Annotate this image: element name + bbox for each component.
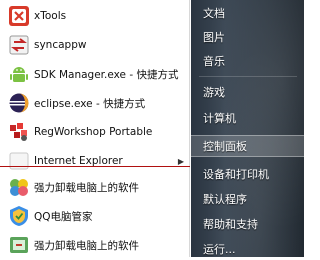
qq-guard-icon — [10, 206, 28, 226]
program-label: QQ电脑管家 — [34, 210, 93, 223]
programs-pane: xTools syncappw SDK Manager.exe - 快捷方式 e… — [0, 0, 190, 257]
program-item-uninstaller-2[interactable]: 强力卸载电脑上的软件 — [0, 232, 190, 258]
program-item-qq-guard[interactable]: QQ电脑管家 — [0, 203, 190, 229]
program-item-eclipse[interactable]: eclipse.exe - 快捷方式 — [0, 90, 190, 116]
program-label: 强力卸载电脑上的软件 — [34, 239, 139, 252]
program-item-xtools[interactable]: xTools — [0, 3, 190, 29]
program-label: SDK Manager.exe - 快捷方式 — [34, 68, 179, 81]
eclipse-icon — [9, 93, 29, 113]
submenu-arrow-icon: ▶ — [177, 156, 184, 166]
syncappw-icon — [9, 35, 29, 55]
highlight-separator — [0, 166, 190, 167]
uninstall-icon — [10, 237, 28, 253]
program-item-uninstaller[interactable]: 强力卸载电脑上的软件 — [0, 174, 190, 200]
regworkshop-icon — [10, 123, 27, 141]
link-control-panel[interactable]: 控制面板 — [191, 135, 304, 157]
link-devices-printers[interactable]: 设备和打印机 — [191, 163, 304, 185]
start-menu: xTools syncappw SDK Manager.exe - 快捷方式 e… — [0, 0, 304, 257]
program-item-syncappw[interactable]: syncappw — [0, 32, 190, 58]
link-computer[interactable]: 计算机 — [191, 107, 304, 129]
link-games[interactable]: 游戏 — [191, 81, 304, 103]
program-label: syncappw — [34, 39, 87, 51]
program-item-regworkshop[interactable]: RegWorkshop Portable — [0, 119, 190, 145]
link-music[interactable]: 音乐 — [191, 50, 304, 72]
program-label: eclipse.exe - 快捷方式 — [34, 97, 146, 110]
ie-icon — [9, 152, 29, 170]
divider — [199, 76, 297, 77]
program-label: 强力卸载电脑上的软件 — [34, 181, 139, 194]
xtools-icon — [9, 6, 29, 26]
system-links-pane: 文档 图片 音乐 游戏 计算机 控制面板 设备和打印机 默认程序 帮助和支持 运… — [191, 0, 304, 257]
program-label: RegWorkshop Portable — [34, 126, 153, 138]
link-pictures[interactable]: 图片 — [191, 26, 304, 48]
program-item-internet-explorer[interactable]: Internet Explorer ▶ — [0, 148, 190, 174]
link-default-programs[interactable]: 默认程序 — [191, 188, 304, 210]
link-documents[interactable]: 文档 — [191, 2, 304, 24]
program-label: xTools — [34, 10, 67, 22]
program-item-sdk-manager[interactable]: SDK Manager.exe - 快捷方式 — [0, 61, 190, 87]
android-icon — [10, 67, 28, 82]
uninstall-icon — [10, 179, 28, 196]
link-help-support[interactable]: 帮助和支持 — [191, 213, 304, 235]
